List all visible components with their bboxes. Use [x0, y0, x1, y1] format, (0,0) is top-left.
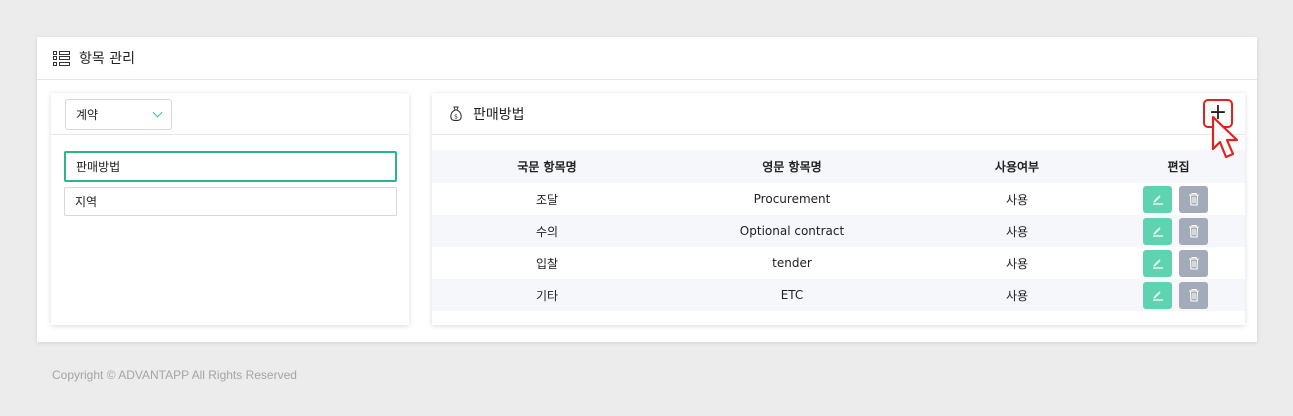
category-item-label: 지역	[75, 195, 98, 209]
pencil-icon	[1152, 195, 1163, 205]
pencil-icon	[1152, 227, 1163, 237]
page-title: 항목 관리	[79, 51, 135, 67]
english-name-cell: tender	[772, 256, 812, 270]
column-header: 영문 항목명	[662, 150, 922, 183]
delete-button[interactable]	[1179, 249, 1208, 277]
trash-icon	[1188, 192, 1199, 206]
category-list: 판매방법 지역	[51, 135, 409, 216]
category-panel: 계약 판매방법 지역	[51, 93, 409, 325]
category-item-sales-method[interactable]: 판매방법	[64, 151, 397, 182]
items-table: 국문 항목명 영문 항목명 사용여부 편집 조달 Procurement 사용	[432, 150, 1245, 311]
usage-cell: 사용	[1005, 192, 1029, 207]
add-item-button[interactable]: +	[1203, 99, 1239, 159]
english-name-cell: Optional contract	[662, 215, 922, 247]
money-bag-icon: $	[450, 106, 462, 122]
korean-name-cell: 수의	[432, 215, 662, 247]
usage-cell: 사용	[922, 215, 1112, 247]
english-name-cell: Procurement	[753, 192, 831, 206]
copyright-text: Copyright © ADVANTAPP All Rights Reserve…	[52, 368, 297, 382]
category-item-region[interactable]: 지역	[64, 187, 397, 216]
korean-name-cell: 입찰	[535, 256, 559, 271]
delete-button[interactable]	[1179, 281, 1208, 309]
table-header-row: 국문 항목명 영문 항목명 사용여부 편집	[432, 150, 1245, 183]
pencil-icon	[1152, 259, 1163, 269]
column-header: 국문 항목명	[432, 150, 662, 183]
category-item-label: 판매방법	[76, 160, 121, 174]
item-management-card: 항목 관리 계약 판매방법 지역 $ 판매방법 + 국문 항목명 영문 항목명 …	[37, 37, 1257, 342]
panel-title: 판매방법	[473, 106, 525, 123]
trash-icon	[1188, 256, 1199, 270]
column-header: 사용여부	[922, 150, 1112, 183]
table-row: 조달 Procurement 사용	[432, 183, 1245, 215]
card-header: 항목 관리	[37, 37, 1257, 80]
items-panel: $ 판매방법 + 국문 항목명 영문 항목명 사용여부 편집 조달 Procur…	[432, 93, 1245, 325]
group-select[interactable]: 계약	[65, 99, 172, 130]
table-row: 수의 Optional contract 사용	[432, 215, 1245, 247]
korean-name-cell: 조달	[535, 192, 559, 207]
list-icon	[53, 50, 70, 66]
group-select-value: 계약	[76, 108, 99, 122]
edit-button[interactable]	[1143, 249, 1172, 277]
korean-name-cell: 기타	[432, 279, 662, 311]
edit-button[interactable]	[1143, 281, 1172, 309]
edit-button[interactable]	[1143, 185, 1172, 213]
delete-button[interactable]	[1179, 185, 1208, 213]
trash-icon	[1188, 288, 1199, 302]
pointer-cursor-icon	[1211, 115, 1243, 171]
chevron-down-icon	[152, 107, 163, 118]
table-row: 입찰 tender 사용	[432, 247, 1245, 279]
delete-button[interactable]	[1179, 217, 1208, 245]
svg-text:$: $	[454, 113, 458, 120]
table-row: 기타 ETC 사용	[432, 279, 1245, 311]
pencil-icon	[1152, 291, 1163, 301]
usage-cell: 사용	[1005, 256, 1029, 271]
english-name-cell: ETC	[662, 279, 922, 311]
usage-cell: 사용	[922, 279, 1112, 311]
edit-button[interactable]	[1143, 217, 1172, 245]
trash-icon	[1188, 224, 1199, 238]
